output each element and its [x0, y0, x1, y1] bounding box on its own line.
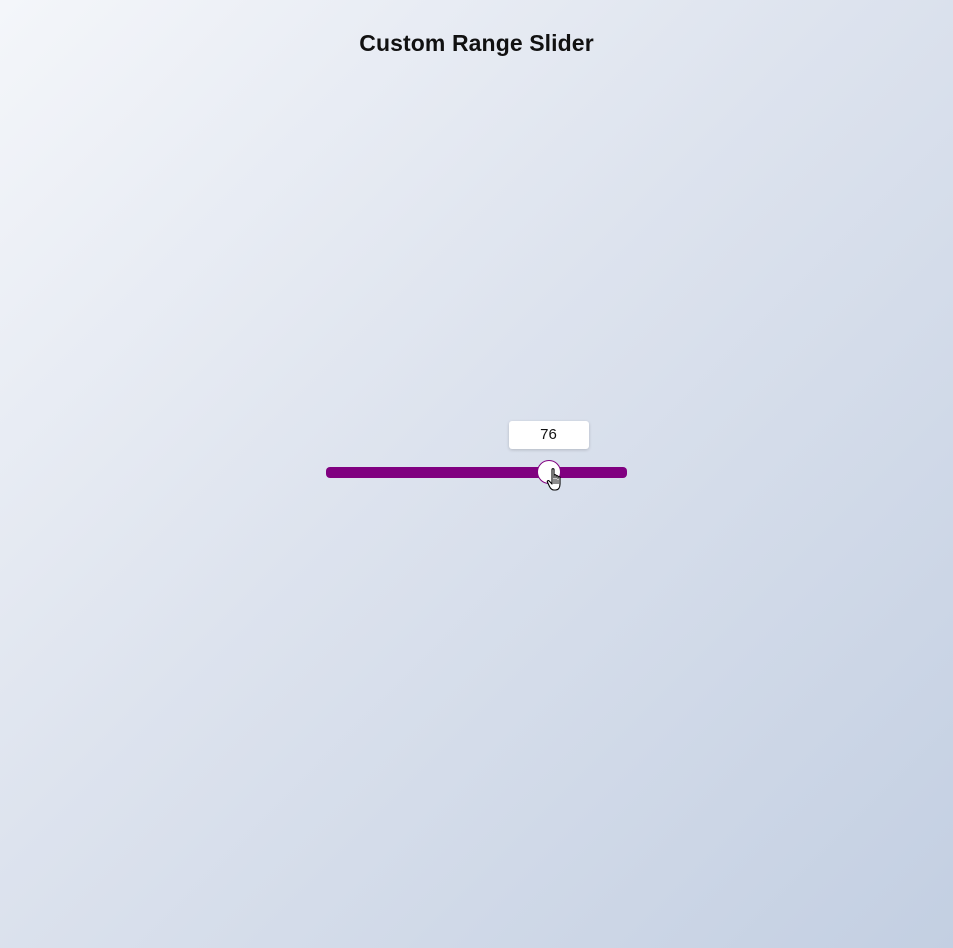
range-slider[interactable]: 76: [326, 421, 627, 491]
slider-value-tooltip: 76: [508, 421, 589, 449]
slider-track[interactable]: [326, 467, 627, 478]
slider-thumb[interactable]: [536, 460, 561, 484]
page-title: Custom Range Slider: [359, 30, 594, 56]
